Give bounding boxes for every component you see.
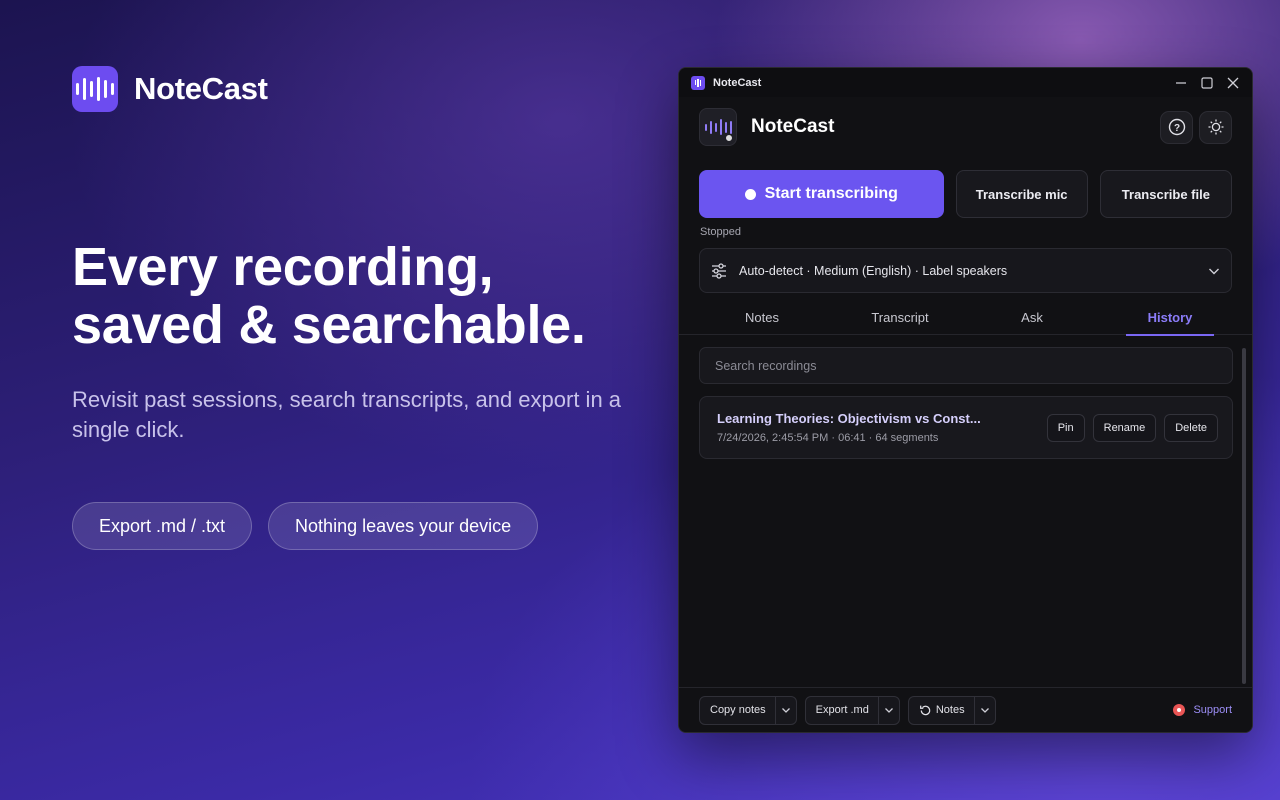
copy-notes-label[interactable]: Copy notes (700, 704, 775, 716)
brand-name: NoteCast (134, 71, 268, 106)
chevron-down-icon[interactable] (774, 696, 796, 724)
tab-bar: Notes Transcript Ask History (679, 300, 1252, 336)
notes-mode-label: Notes (935, 704, 965, 716)
export-md-label[interactable]: Export .md (806, 704, 878, 716)
app-small-icon (691, 75, 705, 90)
recording-item[interactable]: Learning Theories: Objectivism vs Const.… (699, 396, 1233, 459)
tab-transcript[interactable]: Transcript (845, 300, 955, 335)
svg-text:?: ? (1173, 123, 1179, 134)
search-recordings-input[interactable] (699, 347, 1233, 384)
waveform-logo-icon (72, 66, 118, 112)
app-waveform-icon (699, 108, 737, 146)
hero-line-2: saved & searchable. (72, 295, 586, 355)
start-transcribing-label: Start transcribing (764, 185, 898, 202)
theme-toggle-button[interactable] (1199, 110, 1232, 144)
tab-ask[interactable]: Ask (977, 300, 1087, 335)
refresh-icon (919, 705, 931, 715)
brand: NoteCast (72, 66, 268, 112)
chevron-down-icon (1209, 268, 1219, 274)
sliders-icon (712, 262, 726, 279)
maximize-icon[interactable] (1200, 76, 1214, 90)
tab-notes[interactable]: Notes (707, 300, 817, 335)
hero-line-1: Every recording, (72, 237, 494, 297)
support-label: Support (1193, 704, 1232, 716)
help-button[interactable]: ? (1160, 110, 1193, 144)
help-icon: ? (1168, 118, 1185, 136)
notes-mode-button[interactable]: Notes (909, 704, 974, 717)
footer-bar: Copy notes Export .md Notes Support (679, 687, 1252, 732)
export-md-split-button[interactable]: Export .md (804, 695, 900, 725)
scrollbar[interactable] (1242, 348, 1246, 684)
support-link[interactable]: Support (1173, 704, 1232, 716)
feature-pill-privacy: Nothing leaves your device (268, 502, 539, 550)
record-dot-icon (744, 188, 756, 200)
title-bar[interactable]: NoteCast (679, 68, 1252, 97)
app-window: NoteCast NoteCast ? Start transcribing T… (678, 67, 1253, 733)
sun-icon (1208, 119, 1223, 135)
copy-notes-split-button[interactable]: Copy notes (699, 695, 797, 725)
recording-title: Learning Theories: Objectivism vs Const.… (717, 411, 981, 426)
settings-summary: Auto-detect · Medium (English) · Label s… (739, 263, 1008, 278)
tab-history[interactable]: History (1126, 300, 1214, 336)
minimize-icon[interactable] (1174, 76, 1188, 90)
transcribe-file-button[interactable]: Transcribe file (1099, 170, 1232, 218)
chevron-down-icon[interactable] (877, 696, 899, 724)
transcribe-actions: Start transcribing Transcribe mic Transc… (699, 170, 1232, 218)
app-name: NoteCast (751, 116, 835, 137)
close-icon[interactable] (1226, 76, 1240, 90)
window-title: NoteCast (713, 76, 762, 89)
transcribe-mic-button[interactable]: Transcribe mic (955, 170, 1088, 218)
transcription-settings-dropdown[interactable]: Auto-detect · Medium (English) · Label s… (699, 248, 1232, 293)
support-icon (1173, 704, 1186, 716)
rename-button[interactable]: Rename (1092, 413, 1157, 442)
start-transcribing-button[interactable]: Start transcribing (699, 170, 944, 218)
pin-button[interactable]: Pin (1046, 413, 1085, 442)
feature-pill-export: Export .md / .txt (72, 502, 253, 550)
delete-button[interactable]: Delete (1164, 413, 1218, 442)
hero-subtitle: Revisit past sessions, search transcript… (72, 387, 622, 442)
feature-pills: Export .md / .txt Nothing leaves your de… (72, 502, 539, 550)
hero-heading: Every recording, saved & searchable. (72, 238, 672, 354)
chevron-down-icon[interactable] (973, 696, 995, 724)
status-text: Stopped (700, 226, 741, 238)
notes-mode-split-button[interactable]: Notes (907, 695, 996, 725)
recording-meta: 7/24/2026, 2:45:54 PM · 06:41 · 64 segme… (717, 432, 939, 444)
app-header: NoteCast ? (699, 108, 1232, 146)
